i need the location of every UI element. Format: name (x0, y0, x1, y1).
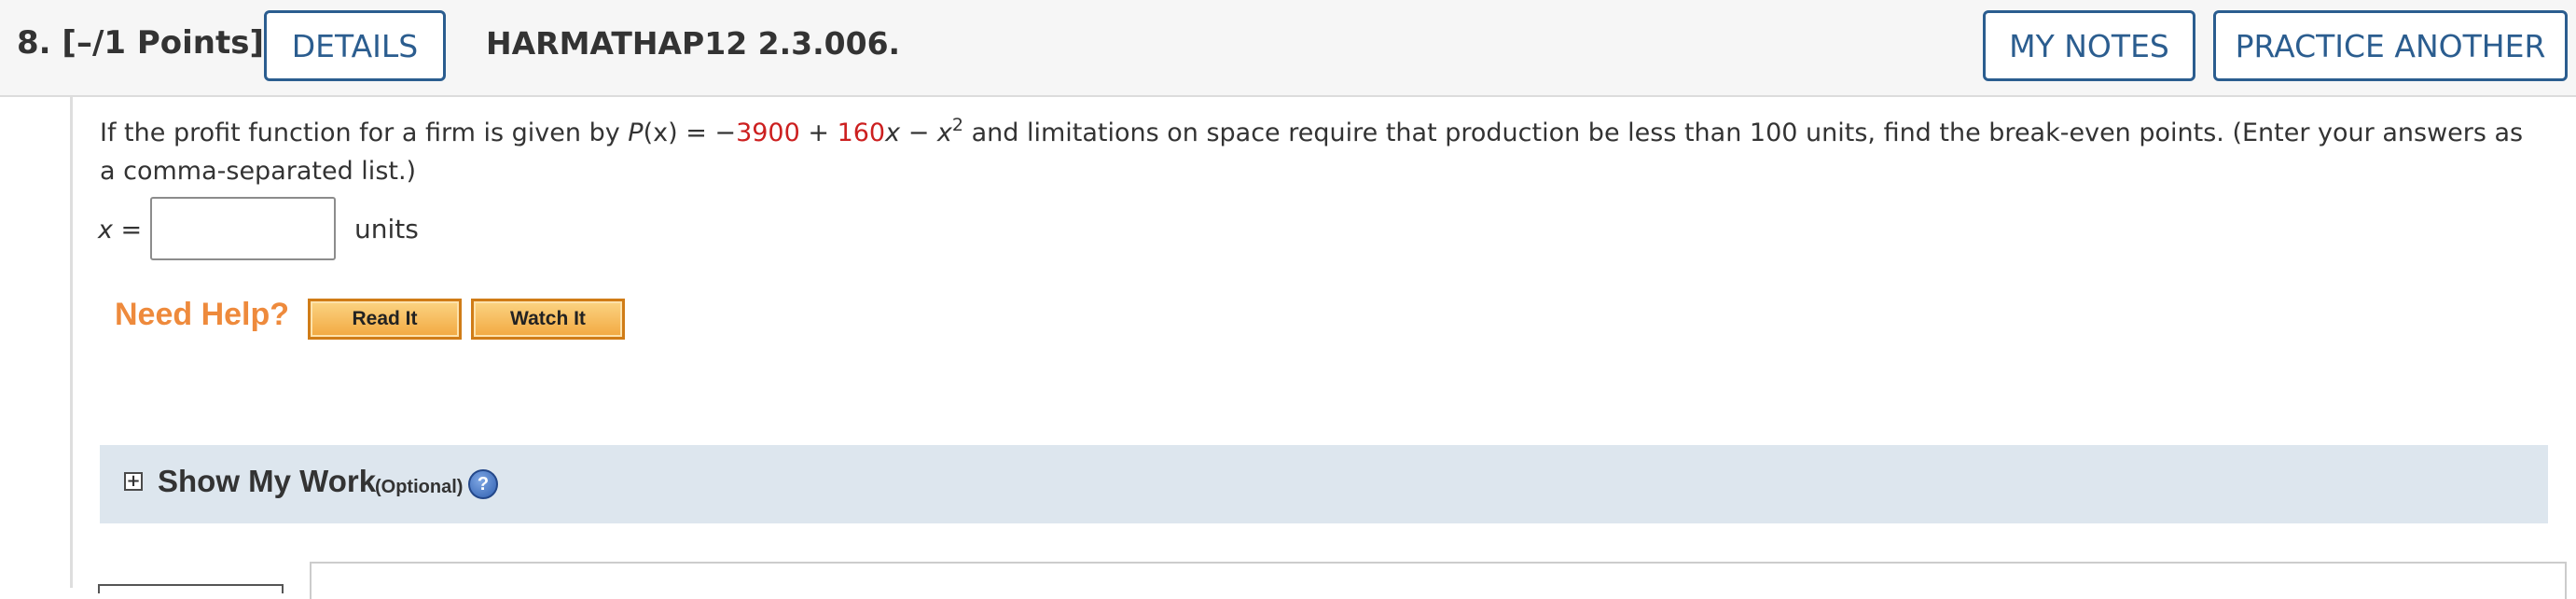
variable-x: x (885, 118, 901, 147)
question-help-icon[interactable]: ? (468, 469, 498, 499)
practice-another-button[interactable]: PRACTICE ANOTHER (2213, 10, 2568, 81)
units-label: units (354, 214, 419, 244)
question-number-points: 8. [–/1 Points] (17, 24, 264, 62)
details-button[interactable]: DETAILS (264, 10, 446, 81)
watch-it-button[interactable]: Watch It (471, 299, 625, 340)
function-argument: (x) = − (643, 118, 737, 147)
bottom-left-control[interactable] (98, 584, 284, 593)
my-notes-button[interactable]: MY NOTES (1983, 10, 2195, 81)
assignment-code: HARMATHAP12 2.3.006. (486, 25, 901, 62)
question-header: 8. [–/1 Points] DETAILS HARMATHAP12 2.3.… (0, 0, 2576, 97)
read-it-button[interactable]: Read It (308, 299, 462, 340)
coefficient-value: 160 (837, 118, 886, 147)
points-label: [–/1 Points] (62, 24, 265, 62)
exponent: 2 (951, 115, 963, 135)
plus-sign: + (799, 118, 838, 147)
question-number: 8. (17, 24, 51, 62)
optional-label: (Optional) (375, 477, 464, 497)
function-name: P (628, 118, 644, 147)
expand-plus-icon[interactable]: + (124, 472, 143, 491)
answer-variable-label: x = (98, 216, 143, 244)
minus-sign: − (900, 118, 937, 147)
answer-input[interactable] (150, 197, 336, 260)
left-divider (70, 97, 73, 588)
constant-value: 3900 (736, 118, 800, 147)
need-help-label: Need Help? (115, 297, 290, 332)
question-text: If the profit function for a firm is giv… (100, 114, 2525, 190)
show-my-work-panel[interactable]: + Show My Work (Optional) ? (100, 445, 2548, 523)
variable-x-squared: x (936, 118, 952, 147)
work-area-box[interactable] (310, 562, 2567, 599)
question-text-intro: If the profit function for a firm is giv… (100, 118, 629, 147)
show-my-work-title[interactable]: Show My Work (158, 464, 376, 499)
